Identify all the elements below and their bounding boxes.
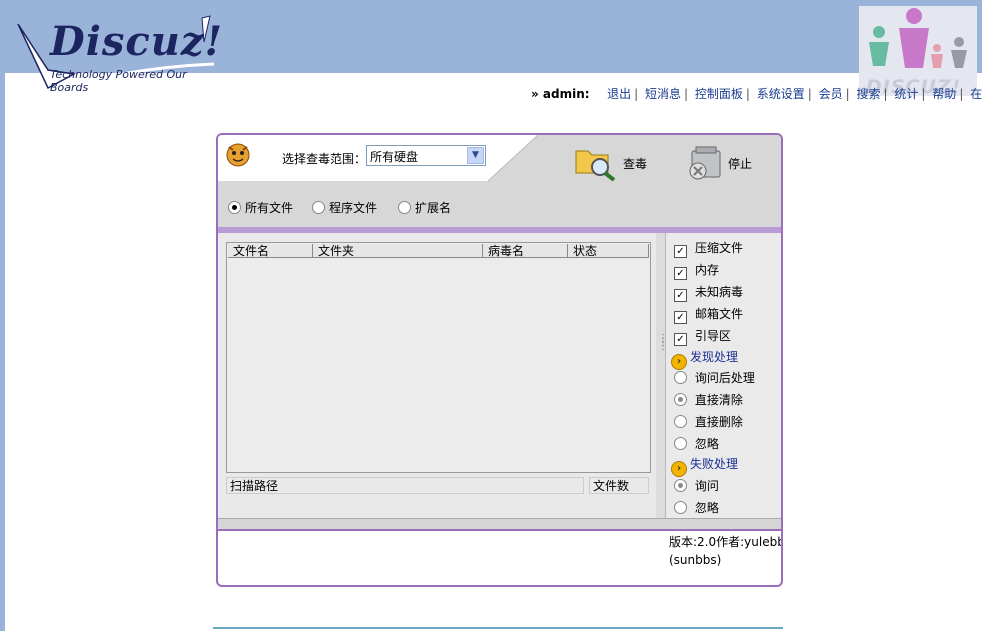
scope-label: 选择查毒范围： <box>282 152 367 166</box>
tiger-icon <box>226 143 250 167</box>
col-header-status[interactable]: 状态 <box>568 244 649 258</box>
nav-link-logout[interactable]: 退出 <box>607 87 631 101</box>
option-unknown-virus-label: 未知病毒 <box>695 285 744 299</box>
splitter-grip-icon[interactable]: ⋮ ⋮ ⋮ <box>658 334 668 352</box>
col-header-folder[interactable]: 文件夹 <box>313 244 483 258</box>
nav-link-control-panel[interactable]: 控制面板 <box>695 87 743 101</box>
nav-username: » admin: <box>531 87 590 101</box>
file-type-all[interactable]: 所有文件 <box>228 199 293 216</box>
found-option-clean[interactable]: 直接清除 <box>674 391 743 408</box>
nav-link-messages[interactable]: 短消息 <box>645 87 681 101</box>
arrow-right-icon: › <box>671 461 687 477</box>
option-compressed[interactable]: ✓ 压缩文件 <box>674 239 743 258</box>
radio-fail-ask[interactable] <box>674 479 687 492</box>
option-memory-label: 内存 <box>695 263 720 277</box>
found-option-ask-label: 询问后处理 <box>694 371 755 385</box>
option-unknown-virus[interactable]: ✓ 未知病毒 <box>674 283 743 302</box>
version-info: 版本:2.0作者:yulebbs (sunbbs) <box>669 533 783 569</box>
discuz-logo[interactable]: Discuz! Technology Powered Our Boards <box>14 12 226 100</box>
fail-option-ignore[interactable]: 忽略 <box>674 499 719 516</box>
scan-path-label: 扫描路径 <box>226 477 584 494</box>
col-header-filename[interactable]: 文件名 <box>228 244 313 258</box>
fail-option-ask[interactable]: 询问 <box>674 477 719 494</box>
nav-link-members[interactable]: 会员 <box>819 87 843 101</box>
scan-button[interactable]: 查毒 <box>623 155 647 172</box>
found-option-clean-label: 直接清除 <box>694 393 743 407</box>
scope-select-value: 所有硬盘 <box>370 150 419 164</box>
col-header-virus-name[interactable]: 病毒名 <box>483 244 568 258</box>
radio-file-type-extension[interactable] <box>398 201 411 214</box>
fail-section-label: 失败处理 <box>690 457 739 471</box>
found-section-header: › 发现处理 <box>671 348 738 370</box>
checkbox-boot-sector[interactable]: ✓ <box>674 333 687 346</box>
logo-tagline: Technology Powered Our Boards <box>50 68 187 94</box>
fail-option-ignore-label: 忽略 <box>694 501 719 515</box>
found-option-ignore-label: 忽略 <box>694 437 719 451</box>
file-type-all-label: 所有文件 <box>245 201 294 215</box>
version-alias: (sunbbs) <box>669 553 722 567</box>
splitter-line <box>665 233 666 518</box>
nav-link-settings[interactable]: 系统设置 <box>757 87 805 101</box>
left-edge-strip <box>0 0 5 631</box>
arrow-right-icon: › <box>671 354 687 370</box>
found-section-label: 发现处理 <box>690 350 739 364</box>
option-mailbox[interactable]: ✓ 邮箱文件 <box>674 305 743 324</box>
bottom-divider <box>218 529 781 531</box>
radio-file-type-program[interactable] <box>312 201 325 214</box>
options-pane: ✓ 压缩文件 ✓ 内存 ✓ 未知病毒 ✓ 邮箱文件 ✓ 引导区 › 发现处理 询问后处理 直… <box>669 233 781 518</box>
radio-found-ignore[interactable] <box>674 437 687 450</box>
file-type-extension[interactable]: 扩展名 <box>398 199 451 216</box>
radio-found-clean[interactable] <box>674 393 687 406</box>
option-memory[interactable]: ✓ 内存 <box>674 261 719 280</box>
radio-found-ask[interactable] <box>674 371 687 384</box>
checkbox-compressed[interactable]: ✓ <box>674 245 687 258</box>
file-type-program-label: 程序文件 <box>329 201 378 215</box>
chevron-down-icon[interactable]: ▼ <box>467 147 484 164</box>
stop-icon[interactable] <box>686 145 722 181</box>
radio-fail-ignore[interactable] <box>674 501 687 514</box>
footer-line <box>213 627 783 629</box>
option-boot-sector[interactable]: ✓ 引导区 <box>674 327 731 346</box>
radio-file-type-all[interactable] <box>228 201 241 214</box>
fail-option-ask-label: 询问 <box>694 479 719 493</box>
logo-wordmark: Discuz! <box>50 18 224 65</box>
option-mailbox-label: 邮箱文件 <box>695 307 744 321</box>
option-boot-sector-label: 引导区 <box>695 329 732 343</box>
nav-link-help[interactable]: 帮助 <box>932 87 956 101</box>
file-type-program[interactable]: 程序文件 <box>312 199 377 216</box>
found-option-ask[interactable]: 询问后处理 <box>674 369 755 386</box>
fail-section-header: › 失败处理 <box>671 455 738 477</box>
option-compressed-label: 压缩文件 <box>695 241 744 255</box>
antivirus-panel: 选择查毒范围： 所有硬盘 ▼ 查毒 停止 所有文件 程序文件 扩展名 文件名 文… <box>216 133 783 587</box>
scope-select[interactable]: 所有硬盘 ▼ <box>366 145 486 166</box>
checkbox-memory[interactable]: ✓ <box>674 267 687 280</box>
nav-link-virus-scan[interactable]: 在线查毒 <box>970 87 982 101</box>
toolbar-area: 选择查毒范围： 所有硬盘 ▼ 查毒 停止 所有文件 程序文件 扩展名 <box>218 135 781 227</box>
results-table[interactable]: 文件名 文件夹 病毒名 状态 <box>226 242 651 473</box>
stop-button[interactable]: 停止 <box>728 155 752 172</box>
nav-link-search[interactable]: 搜索 <box>857 87 881 101</box>
checkbox-unknown-virus[interactable]: ✓ <box>674 289 687 302</box>
found-option-delete-label: 直接删除 <box>694 415 743 429</box>
found-option-ignore[interactable]: 忽略 <box>674 435 719 452</box>
top-nav: » admin: 退出 | 短消息 | 控制面板 | 系统设置 | 会员 | 搜索 | 统计… <box>531 85 982 102</box>
nav-link-stats[interactable]: 统计 <box>894 87 918 101</box>
checkbox-mailbox[interactable]: ✓ <box>674 311 687 324</box>
status-bar: 扫描路径 文件数 <box>226 477 650 495</box>
version-line: 版本:2.0作者:yulebbs <box>669 535 783 549</box>
scan-folder-icon[interactable] <box>574 143 616 181</box>
found-option-delete[interactable]: 直接删除 <box>674 413 743 430</box>
results-table-header: 文件名 文件夹 病毒名 状态 <box>228 244 649 259</box>
radio-found-delete[interactable] <box>674 415 687 428</box>
file-count-label: 文件数 <box>589 477 649 494</box>
file-type-extension-label: 扩展名 <box>415 201 452 215</box>
